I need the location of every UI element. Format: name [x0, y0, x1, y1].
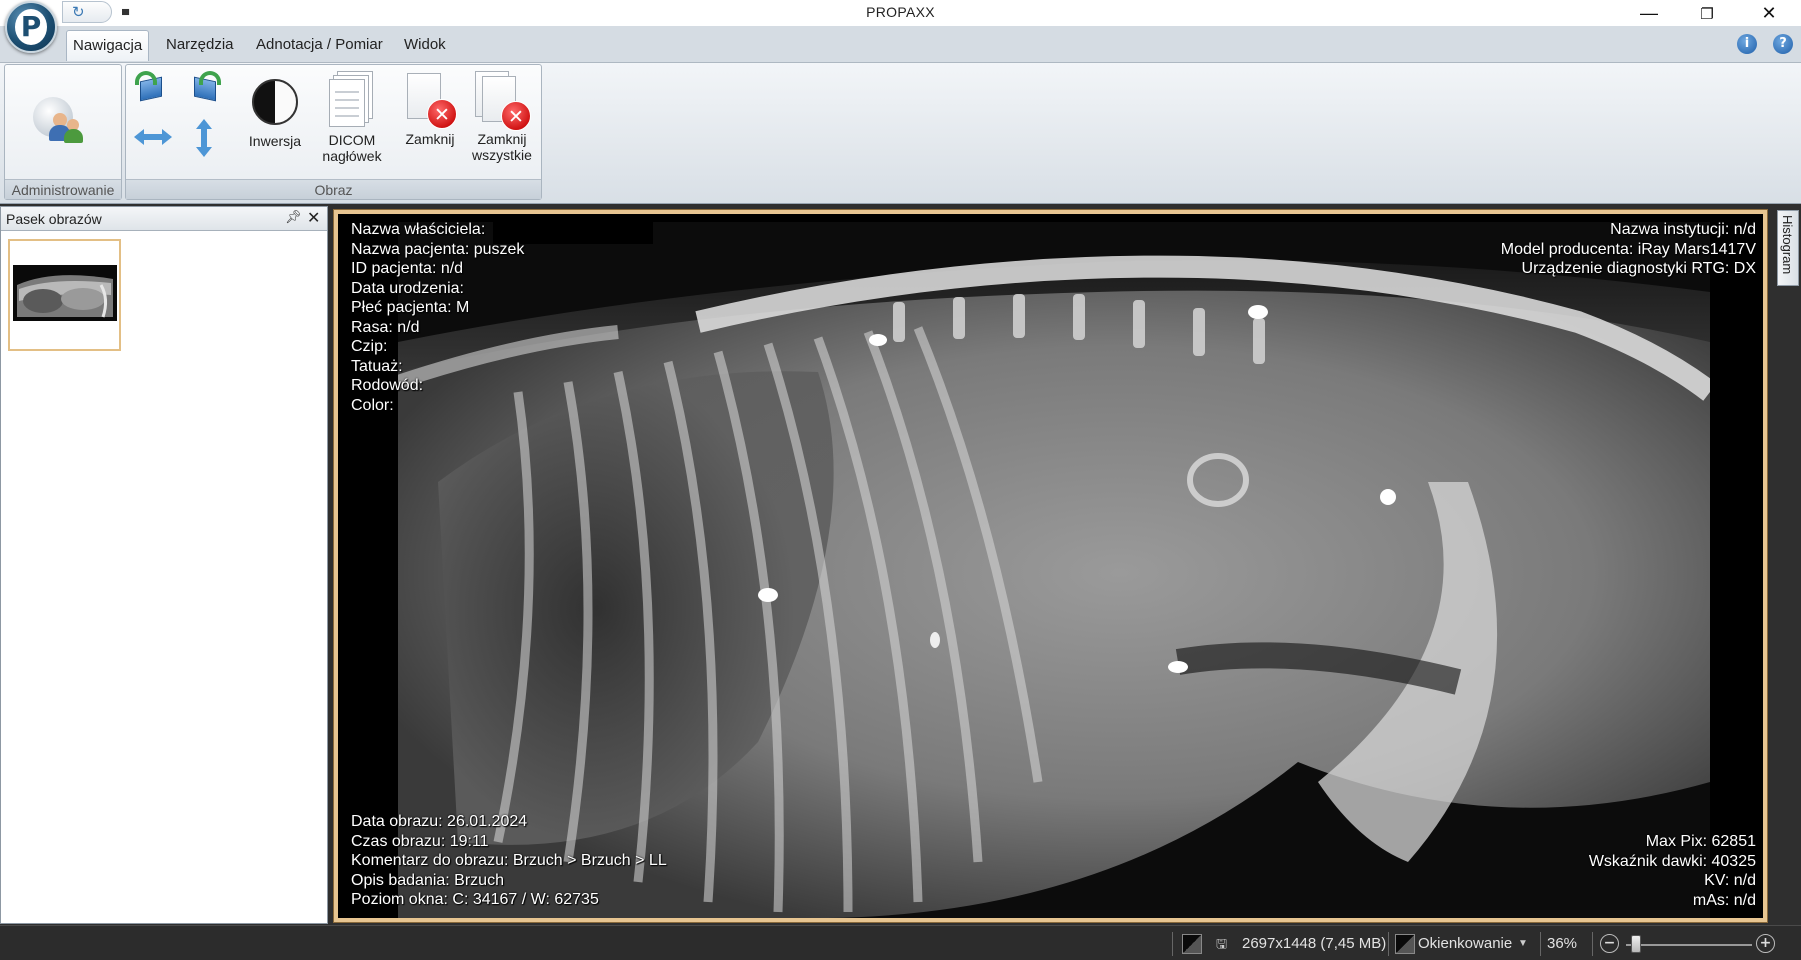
image-strip-panel: Pasek obrazów 📌︎ ✕: [0, 206, 328, 924]
zoom-out-button[interactable]: −: [1600, 934, 1619, 953]
ribbon-tab-row: Nawigacja Narzędzia Adnotacja / Pomiar W…: [0, 26, 1801, 63]
dicom-header-button[interactable]: DICOM nagłówek: [316, 71, 388, 164]
close-all-label-line1: Zamknij: [477, 131, 527, 147]
pin-icon[interactable]: 📌︎: [285, 209, 302, 225]
overlay-study-description: Opis badania: Brzuch: [351, 871, 504, 889]
panel-header: Pasek obrazów 📌︎ ✕: [1, 207, 327, 231]
image-dimensions: 2697x1448 (7,45 MB): [1242, 935, 1387, 952]
dicom-header-label-line2: nagłówek: [322, 148, 382, 164]
overlay-breed: Rasa: n/d: [351, 318, 420, 336]
close-all-documents-icon: ✕: [473, 71, 531, 131]
status-bar: 🖫︎ 2697x1448 (7,45 MB) Okienkowanie ▼ 36…: [0, 925, 1801, 960]
help-icon[interactable]: ?: [1773, 34, 1793, 54]
overlay-owner-name: Nazwa właściciela:: [351, 221, 486, 238]
mode-dropdown[interactable]: Okienkowanie: [1418, 931, 1512, 957]
overlay-patient-sex: Płeć pacjenta: M: [351, 299, 470, 316]
overlay-top-left: Nazwa właściciela: Nazwa pacjenta: pusze…: [351, 220, 524, 415]
overlay-max-pix: Max Pix: 62851: [1645, 833, 1756, 850]
rotate-left-button[interactable]: [134, 71, 170, 107]
invert-button[interactable]: Inwersja: [242, 75, 308, 149]
ribbon-group-administrowanie: Administrowanie: [4, 64, 122, 200]
invert-icon: [248, 75, 302, 129]
overlay-patient-id: ID pacjenta: n/d: [351, 260, 464, 277]
histogram-tab[interactable]: Histogram: [1777, 210, 1799, 286]
zoom-percentage: 36%: [1547, 935, 1578, 952]
overlay-image-date: Data obrazu: 26.01.2024: [351, 813, 528, 830]
dicom-header-label-line1: DICOM: [328, 132, 376, 148]
ribbon-group-obraz: Inwersja DICOM nagłówek ✕ Zamknij ✕ Zamk…: [125, 64, 542, 200]
close-panel-icon[interactable]: ✕: [307, 208, 320, 228]
image-viewer[interactable]: Nazwa właściciela: Nazwa pacjenta: pusze…: [333, 209, 1768, 923]
zoom-in-button[interactable]: +: [1756, 934, 1775, 953]
close-document-icon: ✕: [401, 71, 459, 131]
close-all-button[interactable]: ✕ Zamknij wszystkie: [466, 71, 538, 163]
tab-nawigacja[interactable]: Nawigacja: [66, 30, 150, 61]
close-icon: ✕: [1761, 3, 1777, 23]
overlay-chip: Czip:: [351, 338, 388, 355]
image-icon: [1182, 934, 1202, 954]
histogram-tab-label: Histogram: [1780, 215, 1795, 275]
overlay-tattoo: Tatuaż:: [351, 357, 403, 375]
close-image-button[interactable]: ✕ Zamknij: [394, 71, 466, 147]
administration-button[interactable]: [27, 89, 89, 151]
plus-icon: +: [1759, 935, 1772, 951]
close-all-label-line2: wszystkie: [472, 147, 532, 163]
rotate-left-icon: [134, 71, 170, 107]
overlay-image-comment: Komentarz do obrazu: Brzuch > Brzuch > L…: [351, 852, 667, 869]
document-icon: [329, 71, 375, 129]
panel-title: Pasek obrazów: [6, 211, 102, 227]
restore-icon: ❐: [1700, 6, 1714, 23]
rotate-right-button[interactable]: [186, 71, 222, 107]
app-logo-icon: P: [15, 9, 47, 45]
overlay-birth-date: Data urodzenia:: [351, 279, 464, 297]
zoom-slider-track[interactable]: [1626, 944, 1752, 946]
close-window-button[interactable]: ✕: [1740, 0, 1798, 26]
overlay-bottom-left: Data obrazu: 26.01.2024 Czas obrazu: 19:…: [351, 812, 667, 910]
tab-widok[interactable]: Widok: [398, 30, 452, 61]
rotate-right-icon: [186, 71, 222, 107]
flip-vertical-icon: [186, 119, 222, 157]
invert-label: Inwersja: [248, 133, 302, 149]
overlay-modality: Urządzenie diagnostyki RTG: DX: [1521, 260, 1756, 277]
flip-horizontal-icon: [134, 119, 172, 155]
title-bar: ↻ ▄ PROPAXX — ❐ ✕: [0, 0, 1801, 26]
minimize-button[interactable]: —: [1620, 0, 1678, 26]
flip-vertical-button[interactable]: [186, 119, 222, 157]
info-icon[interactable]: i: [1737, 34, 1757, 54]
tab-adnotacja-pomiar[interactable]: Adnotacja / Pomiar: [250, 30, 389, 61]
overlay-institution: Nazwa instytucji: n/d: [1610, 221, 1756, 238]
overlay-top-right: Nazwa instytucji: n/d Model producenta: …: [1501, 220, 1756, 279]
windowing-icon: [1395, 934, 1415, 954]
users-icon: [27, 89, 89, 151]
overlay-image-time: Czas obrazu: 19:11: [351, 832, 489, 850]
overlay-manufacturer-model: Model producenta: iRay Mars1417V: [1500, 240, 1756, 258]
group-label-administrowanie: Administrowanie: [5, 179, 121, 199]
group-label-obraz: Obraz: [126, 179, 541, 199]
overlay-mas: mAs: n/d: [1692, 891, 1756, 909]
xray-thumbnail-image: [13, 265, 117, 321]
ribbon: Administrowanie Inwersja DICOM nagłówek …: [0, 63, 1801, 204]
tab-narzedzia[interactable]: Narzędzia: [160, 30, 240, 61]
overlay-bottom-right: Max Pix: 62851 Wskaźnik dawki: 40325 KV:…: [1589, 832, 1756, 910]
flip-horizontal-button[interactable]: [134, 119, 172, 155]
maximize-button[interactable]: ❐: [1678, 0, 1736, 26]
zoom-slider-thumb[interactable]: [1631, 935, 1642, 953]
window-title: PROPAXX: [866, 4, 935, 20]
close-image-label: Zamknij: [405, 131, 455, 147]
overlay-window-level: Poziom okna: C: 34167 / W: 62735: [351, 891, 599, 908]
file-size-icon: 🖫︎: [1216, 936, 1228, 951]
image-thumbnail[interactable]: [8, 239, 121, 351]
minimize-icon: —: [1640, 3, 1658, 23]
overlay-color: Color:: [351, 396, 394, 414]
overlay-patient-name: Nazwa pacjenta: puszek: [351, 240, 525, 258]
overlay-dose-index: Wskaźnik dawki: 40325: [1588, 852, 1756, 870]
chevron-down-icon[interactable]: ▼: [1518, 931, 1528, 957]
app-menu-button[interactable]: P: [5, 1, 57, 53]
minus-icon: −: [1603, 935, 1616, 951]
overlay-pedigree: Rodowód:: [351, 377, 424, 394]
overlay-kv: KV: n/d: [1704, 872, 1756, 889]
